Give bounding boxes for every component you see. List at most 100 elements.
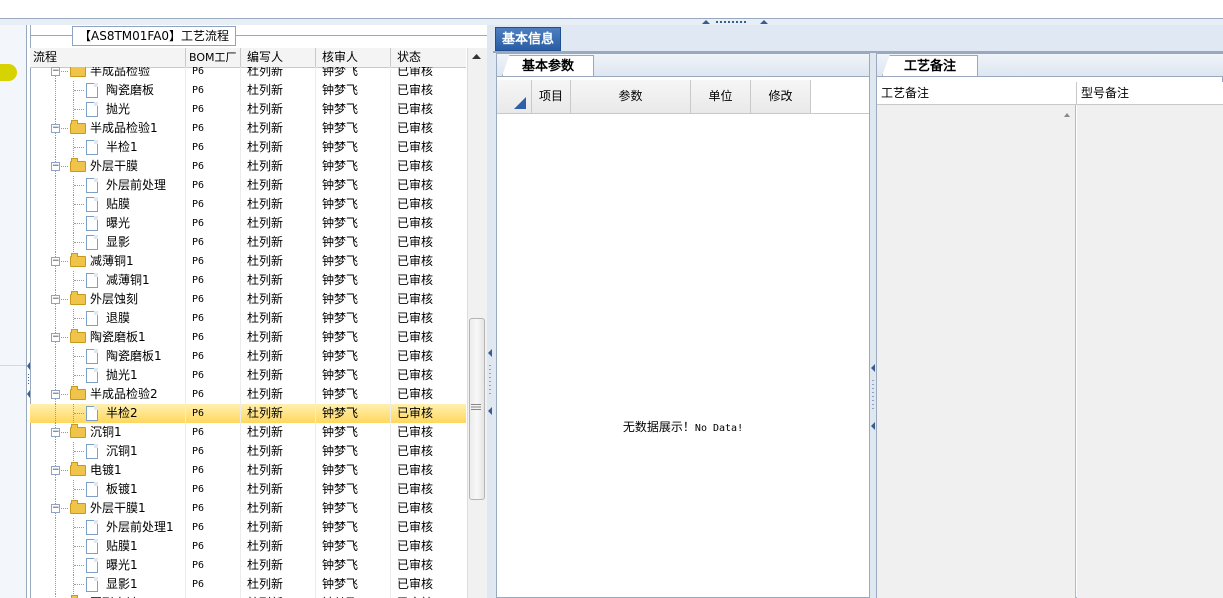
collapse-toggle-icon[interactable]: − xyxy=(51,333,60,342)
status-cell: 已审核 xyxy=(397,197,434,211)
writer-cell: 杜列新 xyxy=(247,444,284,458)
craft-header-process-note[interactable]: 工艺备注 xyxy=(877,82,1077,104)
process-note-textarea[interactable] xyxy=(877,105,1076,598)
tree-row[interactable]: − 陶瓷磨板1 P6 杜列新 钟梦飞 已审核 xyxy=(30,328,466,347)
status-cell: 已审核 xyxy=(397,121,434,135)
note-scroll-up-arrow-icon[interactable] xyxy=(1060,108,1074,122)
column-header-writer[interactable]: 编写人 xyxy=(241,48,316,67)
param-header-param[interactable]: 参数 xyxy=(571,80,691,113)
tab-basic-params[interactable]: 基本参数 xyxy=(502,55,594,76)
grid-corner-triangle-icon xyxy=(514,97,526,109)
no-data-text-en: No Data! xyxy=(694,423,744,434)
tree-row[interactable]: 退膜 P6 杜列新 钟梦飞 已审核 xyxy=(30,309,466,328)
tree-row[interactable]: 抛光 P6 杜列新 钟梦飞 已审核 xyxy=(30,100,466,119)
tree-row[interactable]: − 半成品检验1 P6 杜列新 钟梦飞 已审核 xyxy=(30,119,466,138)
tree-row[interactable]: 抛光1 P6 杜列新 钟梦飞 已审核 xyxy=(30,366,466,385)
tree-node-label: 沉铜1 xyxy=(106,444,138,458)
tree-node-label: 外层干膜 xyxy=(90,159,139,173)
collapse-toggle-icon[interactable]: − xyxy=(51,504,60,513)
folder-icon xyxy=(70,329,86,343)
tree-row[interactable]: 半检1 P6 杜列新 钟梦飞 已审核 xyxy=(30,138,466,157)
tree-row[interactable]: 板镀1 P6 杜列新 钟梦飞 已审核 xyxy=(30,480,466,499)
tree-row[interactable]: 曝光 P6 杜列新 钟梦飞 已审核 xyxy=(30,214,466,233)
status-cell: 已审核 xyxy=(397,159,434,173)
collapse-toggle-icon[interactable]: − xyxy=(51,466,60,475)
reviewer-cell: 钟梦飞 xyxy=(322,159,359,173)
collapse-toggle-icon[interactable]: − xyxy=(51,124,60,133)
tree-row[interactable]: 外层前处理 P6 杜列新 钟梦飞 已审核 xyxy=(30,176,466,195)
tab-craft-notes[interactable]: 工艺备注 xyxy=(882,55,978,76)
status-indicator-icon[interactable] xyxy=(0,64,17,81)
tree-row[interactable]: 曝光1 P6 杜列新 钟梦飞 已审核 xyxy=(30,556,466,575)
scroll-up-arrow-icon[interactable] xyxy=(467,48,486,65)
reviewer-cell: 钟梦飞 xyxy=(322,425,359,439)
tree-node-label: 沉铜1 xyxy=(90,425,122,439)
tab-basic-info[interactable]: 基本信息 xyxy=(495,27,561,51)
tree-row[interactable]: 陶瓷磨板1 P6 杜列新 钟梦飞 已审核 xyxy=(30,347,466,366)
tree-row[interactable]: − 半成品检验2 P6 杜列新 钟梦飞 已审核 xyxy=(30,385,466,404)
reviewer-cell: 钟梦飞 xyxy=(322,387,359,401)
column-header-flow[interactable]: 流程 xyxy=(30,48,186,67)
tree-row[interactable]: 外层前处理1 P6 杜列新 钟梦飞 已审核 xyxy=(30,518,466,537)
left-nav-panel xyxy=(0,25,27,598)
tree-grid-header: 流程 BOM工厂 编写人 核审人 状态 xyxy=(30,48,466,68)
folder-icon xyxy=(70,500,86,514)
tree-row[interactable]: − 减薄铜1 P6 杜列新 钟梦飞 已审核 xyxy=(30,252,466,271)
tree-node-label: 电镀1 xyxy=(90,463,122,477)
document-icon xyxy=(86,577,98,592)
tree-row[interactable]: 显影 P6 杜列新 钟梦飞 已审核 xyxy=(30,233,466,252)
tree-row[interactable]: 陶瓷磨板 P6 杜列新 钟梦飞 已审核 xyxy=(30,81,466,100)
tree-row[interactable]: − 外层干膜1 P6 杜列新 钟梦飞 已审核 xyxy=(30,499,466,518)
bom-factory-cell: P6 xyxy=(192,560,205,571)
bom-factory-cell: P6 xyxy=(192,503,205,514)
writer-cell: 杜列新 xyxy=(247,292,284,306)
bom-factory-cell: P6 xyxy=(192,142,205,153)
tree-node-label: 显影1 xyxy=(106,577,138,591)
collapse-toggle-icon[interactable]: − xyxy=(51,428,60,437)
column-header-bom[interactable]: BOM工厂 xyxy=(186,48,241,67)
craft-header-model-note[interactable]: 型号备注 xyxy=(1077,82,1223,104)
reviewer-cell: 钟梦飞 xyxy=(322,273,359,287)
bom-factory-cell: P6 xyxy=(192,313,205,324)
writer-cell: 杜列新 xyxy=(247,539,284,553)
status-cell: 已审核 xyxy=(397,235,434,249)
reviewer-cell: 钟梦飞 xyxy=(322,292,359,306)
tree-row-selected[interactable]: 半检2 P6 杜列新 钟梦飞 已审核 xyxy=(30,404,466,423)
tree-row[interactable]: −图形电镀P6杜列新钟梦飞已审核 xyxy=(30,594,466,598)
param-header-item[interactable]: 项目 xyxy=(532,80,571,113)
writer-cell: 杜列新 xyxy=(247,140,284,154)
status-cell: 已审核 xyxy=(397,406,434,420)
param-header-unit[interactable]: 单位 xyxy=(691,80,751,113)
collapse-toggle-icon[interactable]: − xyxy=(51,67,60,76)
tree-row[interactable]: 减薄铜1 P6 杜列新 钟梦飞 已审核 xyxy=(30,271,466,290)
collapse-toggle-icon[interactable]: − xyxy=(51,162,60,171)
reviewer-cell: 钟梦飞 xyxy=(322,216,359,230)
collapse-toggle-icon[interactable]: − xyxy=(51,390,60,399)
tree-row[interactable]: − 电镀1 P6 杜列新 钟梦飞 已审核 xyxy=(30,461,466,480)
param-header-modify[interactable]: 修改 xyxy=(751,80,811,113)
bom-factory-cell: P6 xyxy=(192,332,205,343)
column-header-status[interactable]: 状态 xyxy=(391,48,466,67)
status-cell: 已审核 xyxy=(397,594,433,598)
writer-cell: 杜列新 xyxy=(247,197,284,211)
tree-row[interactable]: 显影1 P6 杜列新 钟梦飞 已审核 xyxy=(30,575,466,594)
folder-icon xyxy=(70,462,86,476)
model-note-textarea[interactable] xyxy=(1077,105,1223,598)
collapse-toggle-icon[interactable]: − xyxy=(51,257,60,266)
tree-row[interactable]: − 半成品检验 P6 杜列新 钟梦飞 已审核 xyxy=(30,67,466,81)
column-header-reviewer[interactable]: 核审人 xyxy=(316,48,391,67)
bom-factory-cell: P6 xyxy=(192,199,205,210)
tree-row[interactable]: − 外层蚀刻 P6 杜列新 钟梦飞 已审核 xyxy=(30,290,466,309)
tree-row[interactable]: − 沉铜1 P6 杜列新 钟梦飞 已审核 xyxy=(30,423,466,442)
writer-cell: 杜列新 xyxy=(247,387,284,401)
folder-icon xyxy=(70,386,86,400)
tree-row[interactable]: − 外层干膜 P6 杜列新 钟梦飞 已审核 xyxy=(30,157,466,176)
tree-row[interactable]: 贴膜1 P6 杜列新 钟梦飞 已审核 xyxy=(30,537,466,556)
reviewer-cell: 钟梦飞 xyxy=(322,539,359,553)
tree-row[interactable]: 沉铜1 P6 杜列新 钟梦飞 已审核 xyxy=(30,442,466,461)
collapse-toggle-icon[interactable]: − xyxy=(51,295,60,304)
tree-row[interactable]: 贴膜 P6 杜列新 钟梦飞 已审核 xyxy=(30,195,466,214)
reviewer-cell: 钟梦飞 xyxy=(322,121,359,135)
status-cell: 已审核 xyxy=(397,330,434,344)
bom-factory-cell: P6 xyxy=(192,408,205,419)
